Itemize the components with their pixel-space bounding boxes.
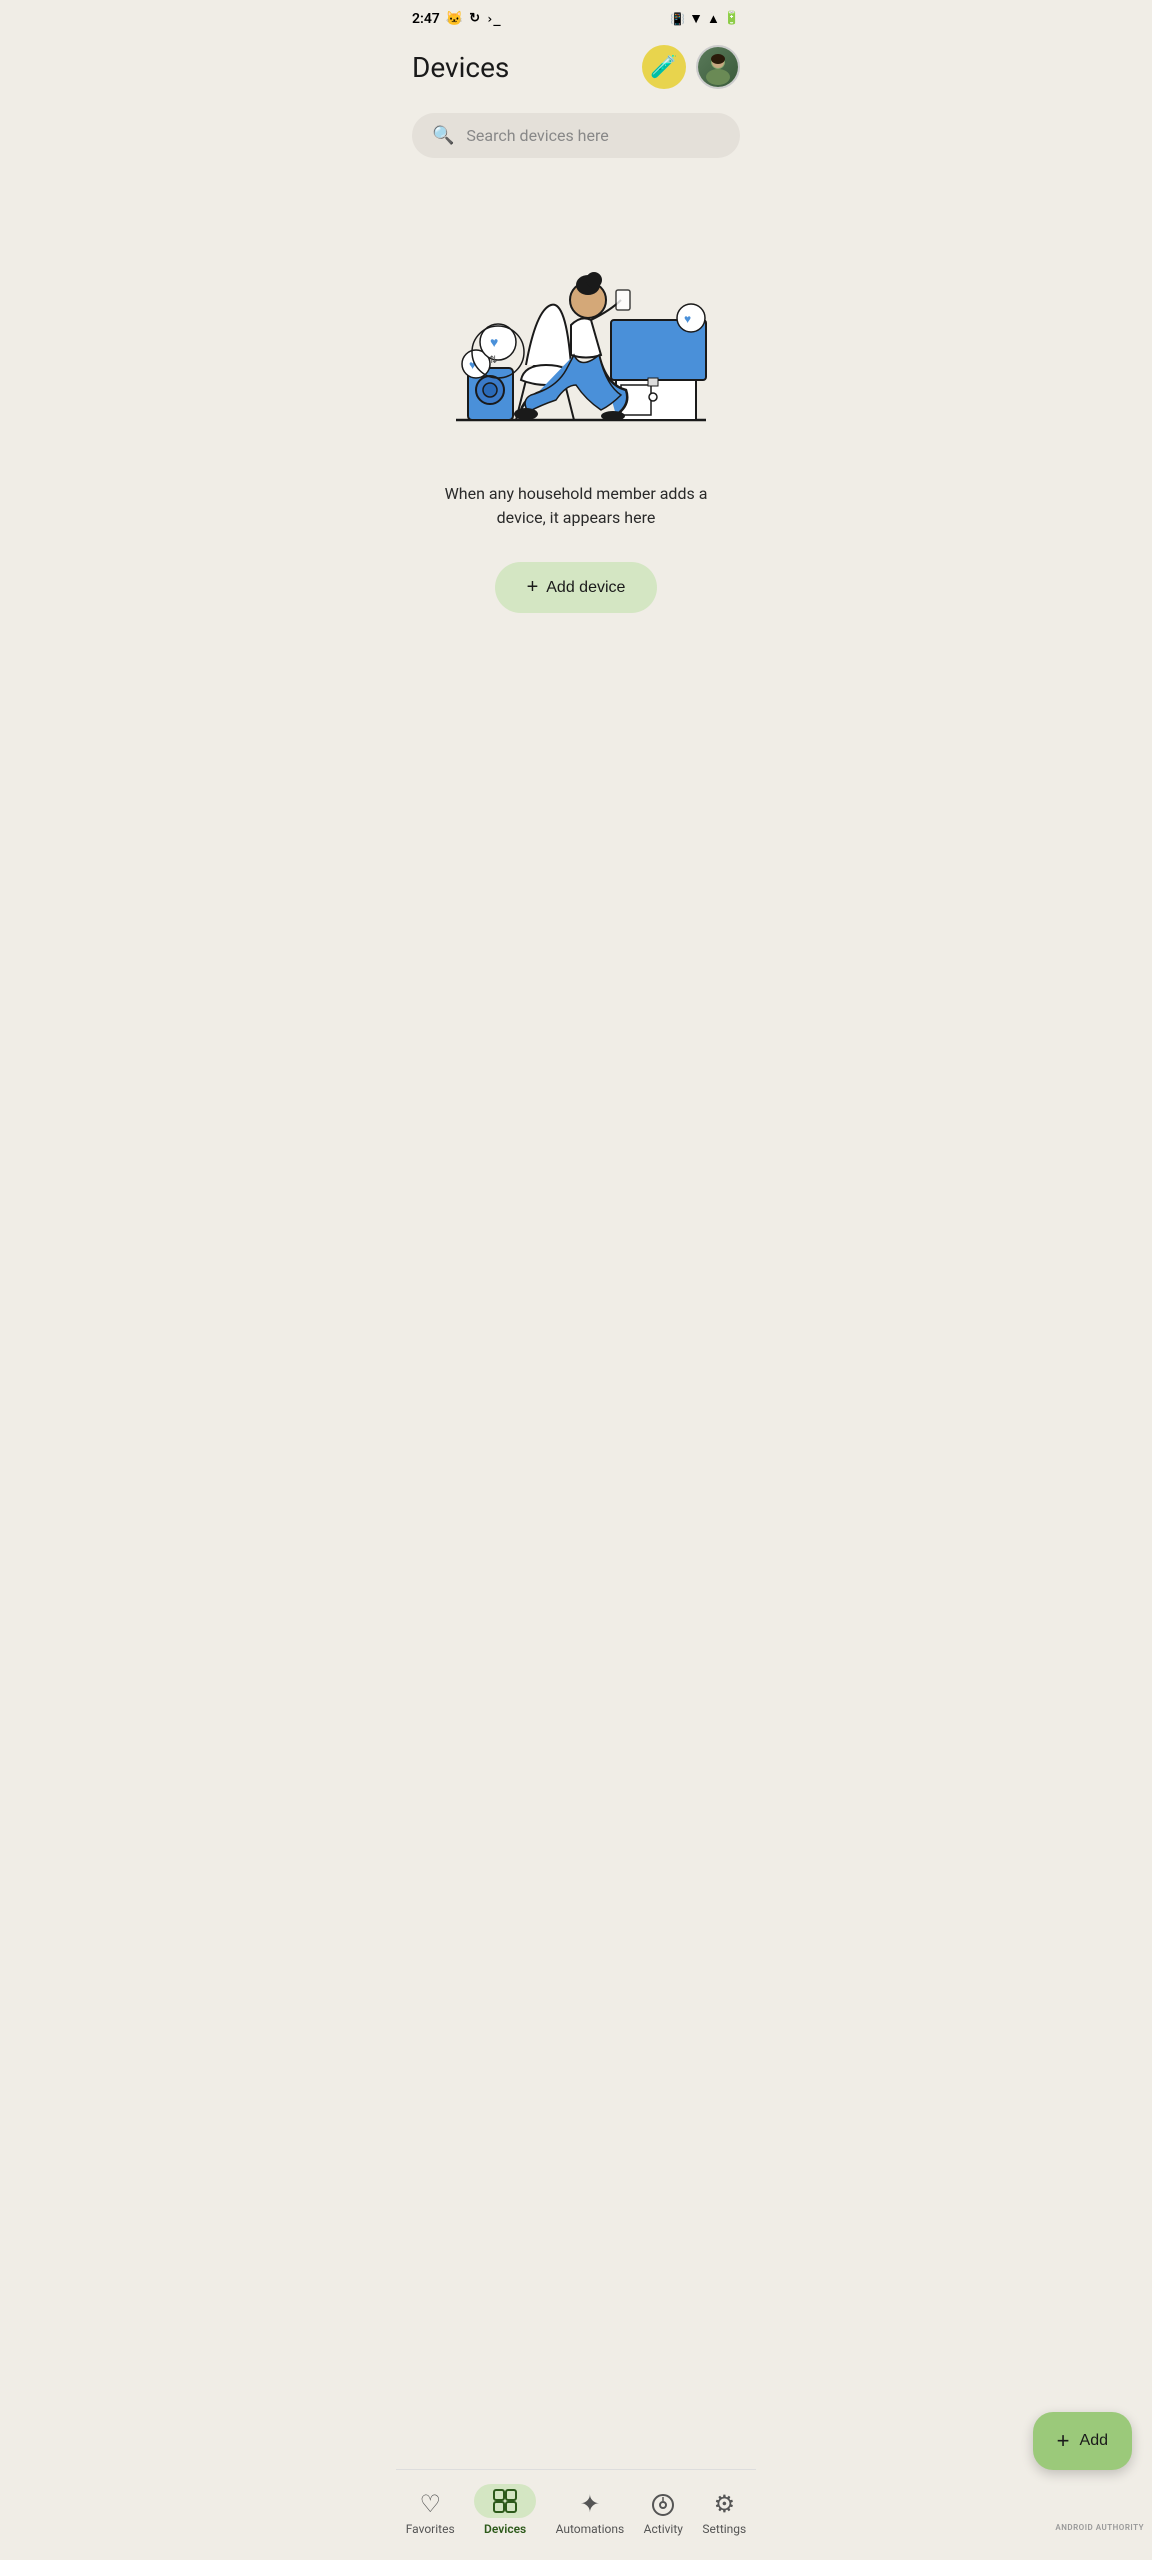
flask-icon: 🧪 — [650, 55, 677, 80]
svg-text:♥: ♥ — [490, 335, 498, 351]
add-device-label: Add device — [546, 579, 625, 597]
cat-icon: 🐱 — [446, 11, 463, 27]
favorites-icon-bg: ♡ — [419, 2490, 441, 2518]
lab-icon-button[interactable]: 🧪 — [642, 45, 686, 89]
bottom-bar-container: ♡ Favorites Devices ✦ Automations — [396, 2548, 756, 2560]
vibrate-icon: 📳 — [670, 12, 685, 26]
fab-label: Add — [1080, 2432, 1108, 2450]
favorites-label: Favorites — [406, 2522, 455, 2536]
battery-icon: 🔋 — [724, 11, 740, 26]
nav-item-settings[interactable]: ⚙ Settings — [694, 2486, 754, 2540]
signal-icon: ▲ — [707, 11, 720, 27]
empty-state-description: When any household member adds a device,… — [396, 466, 756, 546]
add-device-button[interactable]: + Add device — [495, 562, 658, 613]
nav-item-favorites[interactable]: ♡ Favorites — [398, 2486, 463, 2540]
empty-state-illustration: ♥ ♥ — [416, 190, 736, 450]
activity-icon — [650, 2492, 676, 2518]
activity-icon-bg — [650, 2492, 676, 2518]
automations-label: Automations — [556, 2522, 625, 2536]
terminal-icon: ›_ — [486, 12, 500, 26]
favorites-icon: ♡ — [419, 2490, 441, 2518]
devices-label: Devices — [484, 2522, 526, 2536]
nav-item-activity[interactable]: Activity — [636, 2488, 691, 2540]
svg-text:⇅: ⇅ — [489, 355, 497, 366]
page-title: Devices — [412, 51, 509, 84]
search-placeholder: Search devices here — [466, 126, 608, 145]
wifi-icon: ▼ — [689, 10, 703, 27]
search-container: 🔍 Search devices here — [396, 105, 756, 174]
settings-label: Settings — [702, 2522, 746, 2536]
status-right: 📳 ▼ ▲ 🔋 — [670, 10, 740, 27]
bottom-nav: ♡ Favorites Devices ✦ Automations — [396, 2469, 756, 2560]
nav-item-automations[interactable]: ✦ Automations — [548, 2486, 633, 2540]
refresh-icon: ↻ — [469, 11, 480, 26]
illustration-container: ♥ ♥ — [396, 174, 756, 466]
add-device-plus-icon: + — [527, 576, 539, 599]
activity-label: Activity — [644, 2522, 683, 2536]
avatar-button[interactable] — [696, 45, 740, 89]
devices-icon — [492, 2488, 518, 2514]
search-icon: 🔍 — [432, 125, 454, 146]
search-bar[interactable]: 🔍 Search devices here — [412, 113, 740, 158]
status-left: 2:47 🐱 ↻ ›_ — [412, 11, 501, 27]
header-actions: 🧪 — [642, 45, 740, 89]
header: Devices 🧪 — [396, 33, 756, 105]
settings-icon-bg: ⚙ — [714, 2490, 736, 2518]
fab-add-button[interactable]: + Add — [1033, 2412, 1132, 2470]
status-bar: 2:47 🐱 ↻ ›_ 📳 ▼ ▲ 🔋 — [396, 0, 756, 33]
fab-plus-icon: + — [1057, 2428, 1070, 2454]
automations-icon-bg: ✦ — [580, 2490, 600, 2518]
svg-text:♥: ♥ — [684, 312, 691, 326]
settings-icon: ⚙ — [714, 2490, 736, 2518]
nav-item-devices[interactable]: Devices — [466, 2480, 544, 2540]
status-time: 2:47 — [412, 11, 440, 27]
avatar — [698, 47, 738, 87]
watermark: ANDROID AUTHORITY — [1055, 2523, 1144, 2532]
devices-icon-bg — [474, 2484, 536, 2518]
automations-icon: ✦ — [580, 2490, 600, 2518]
